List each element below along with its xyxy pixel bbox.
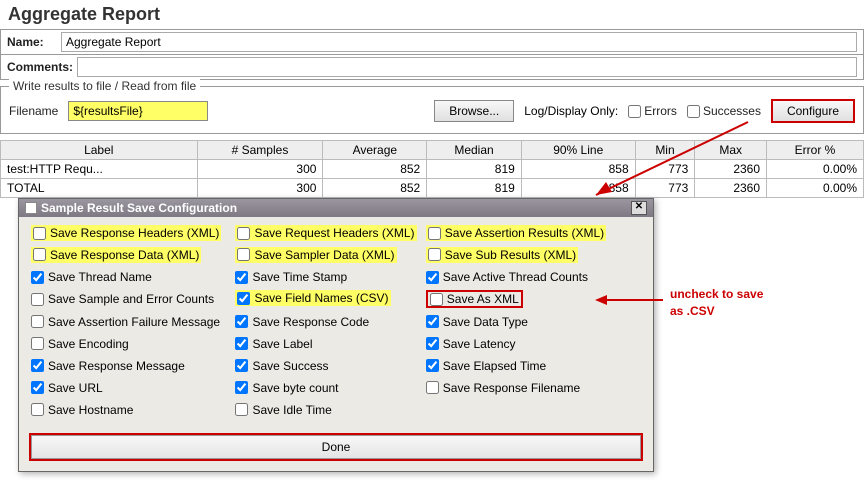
col-error[interactable]: Error % xyxy=(767,141,864,160)
cb-sampler-data[interactable] xyxy=(237,248,250,261)
cb-resp-headers[interactable] xyxy=(33,227,46,240)
cb-url[interactable] xyxy=(31,381,44,394)
cb-active-threads[interactable] xyxy=(426,271,439,284)
name-input[interactable] xyxy=(61,32,857,52)
col-label[interactable]: Label xyxy=(1,141,198,160)
dialog-title: Sample Result Save Configuration xyxy=(41,201,237,215)
page-title: Aggregate Report xyxy=(0,0,864,29)
cb-byte-count[interactable] xyxy=(235,381,248,394)
filename-label: Filename xyxy=(9,104,58,118)
browse-button[interactable]: Browse... xyxy=(434,100,514,122)
cb-assert-results[interactable] xyxy=(428,227,441,240)
filename-input[interactable] xyxy=(68,101,208,121)
fieldset-legend: Write results to file / Read from file xyxy=(9,79,200,93)
cb-sub-results[interactable] xyxy=(428,248,441,261)
name-label: Name: xyxy=(7,35,57,49)
close-icon[interactable]: ✕ xyxy=(631,201,647,215)
col-min[interactable]: Min xyxy=(635,141,695,160)
save-config-dialog: Sample Result Save Configuration ✕ Save … xyxy=(18,198,654,472)
col-median[interactable]: Median xyxy=(427,141,522,160)
done-button[interactable]: Done xyxy=(31,435,641,459)
dialog-icon xyxy=(25,202,37,214)
col-max[interactable]: Max xyxy=(695,141,767,160)
cb-save-as-xml[interactable] xyxy=(430,293,443,306)
cb-idle-time[interactable] xyxy=(235,403,248,416)
logdisplay-label: Log/Display Only: xyxy=(524,104,618,118)
cb-thread-name[interactable] xyxy=(31,271,44,284)
results-table: Label # Samples Average Median 90% Line … xyxy=(0,140,864,198)
table-row: test:HTTP Requ... 300 852 819 858 773 23… xyxy=(1,160,864,179)
cb-success[interactable] xyxy=(235,359,248,372)
cb-resp-msg[interactable] xyxy=(31,359,44,372)
cb-sample-error[interactable] xyxy=(31,293,44,306)
cb-assert-fail-msg[interactable] xyxy=(31,315,44,328)
cb-data-type[interactable] xyxy=(426,315,439,328)
table-row: TOTAL 300 852 819 858 773 2360 0.00% xyxy=(1,179,864,198)
errors-checkbox[interactable] xyxy=(628,105,641,118)
cb-latency[interactable] xyxy=(426,337,439,350)
col-p90[interactable]: 90% Line xyxy=(521,141,635,160)
cb-resp-data[interactable] xyxy=(33,248,46,261)
col-samples[interactable]: # Samples xyxy=(197,141,323,160)
successes-checkbox[interactable] xyxy=(687,105,700,118)
cb-field-names[interactable] xyxy=(237,292,250,305)
cb-elapsed[interactable] xyxy=(426,359,439,372)
errors-label: Errors xyxy=(644,104,677,118)
configure-button[interactable]: Configure xyxy=(771,99,855,123)
comments-label: Comments: xyxy=(7,60,73,74)
cb-hostname[interactable] xyxy=(31,403,44,416)
successes-label: Successes xyxy=(703,104,761,118)
cb-label[interactable] xyxy=(235,337,248,350)
comments-input[interactable] xyxy=(77,57,857,77)
cb-resp-code[interactable] xyxy=(235,315,248,328)
cb-resp-filename[interactable] xyxy=(426,381,439,394)
col-average[interactable]: Average xyxy=(323,141,427,160)
annotation-note: uncheck to saveas .CSV xyxy=(670,286,763,320)
cb-req-headers[interactable] xyxy=(237,227,250,240)
cb-encoding[interactable] xyxy=(31,337,44,350)
cb-time-stamp[interactable] xyxy=(235,271,248,284)
